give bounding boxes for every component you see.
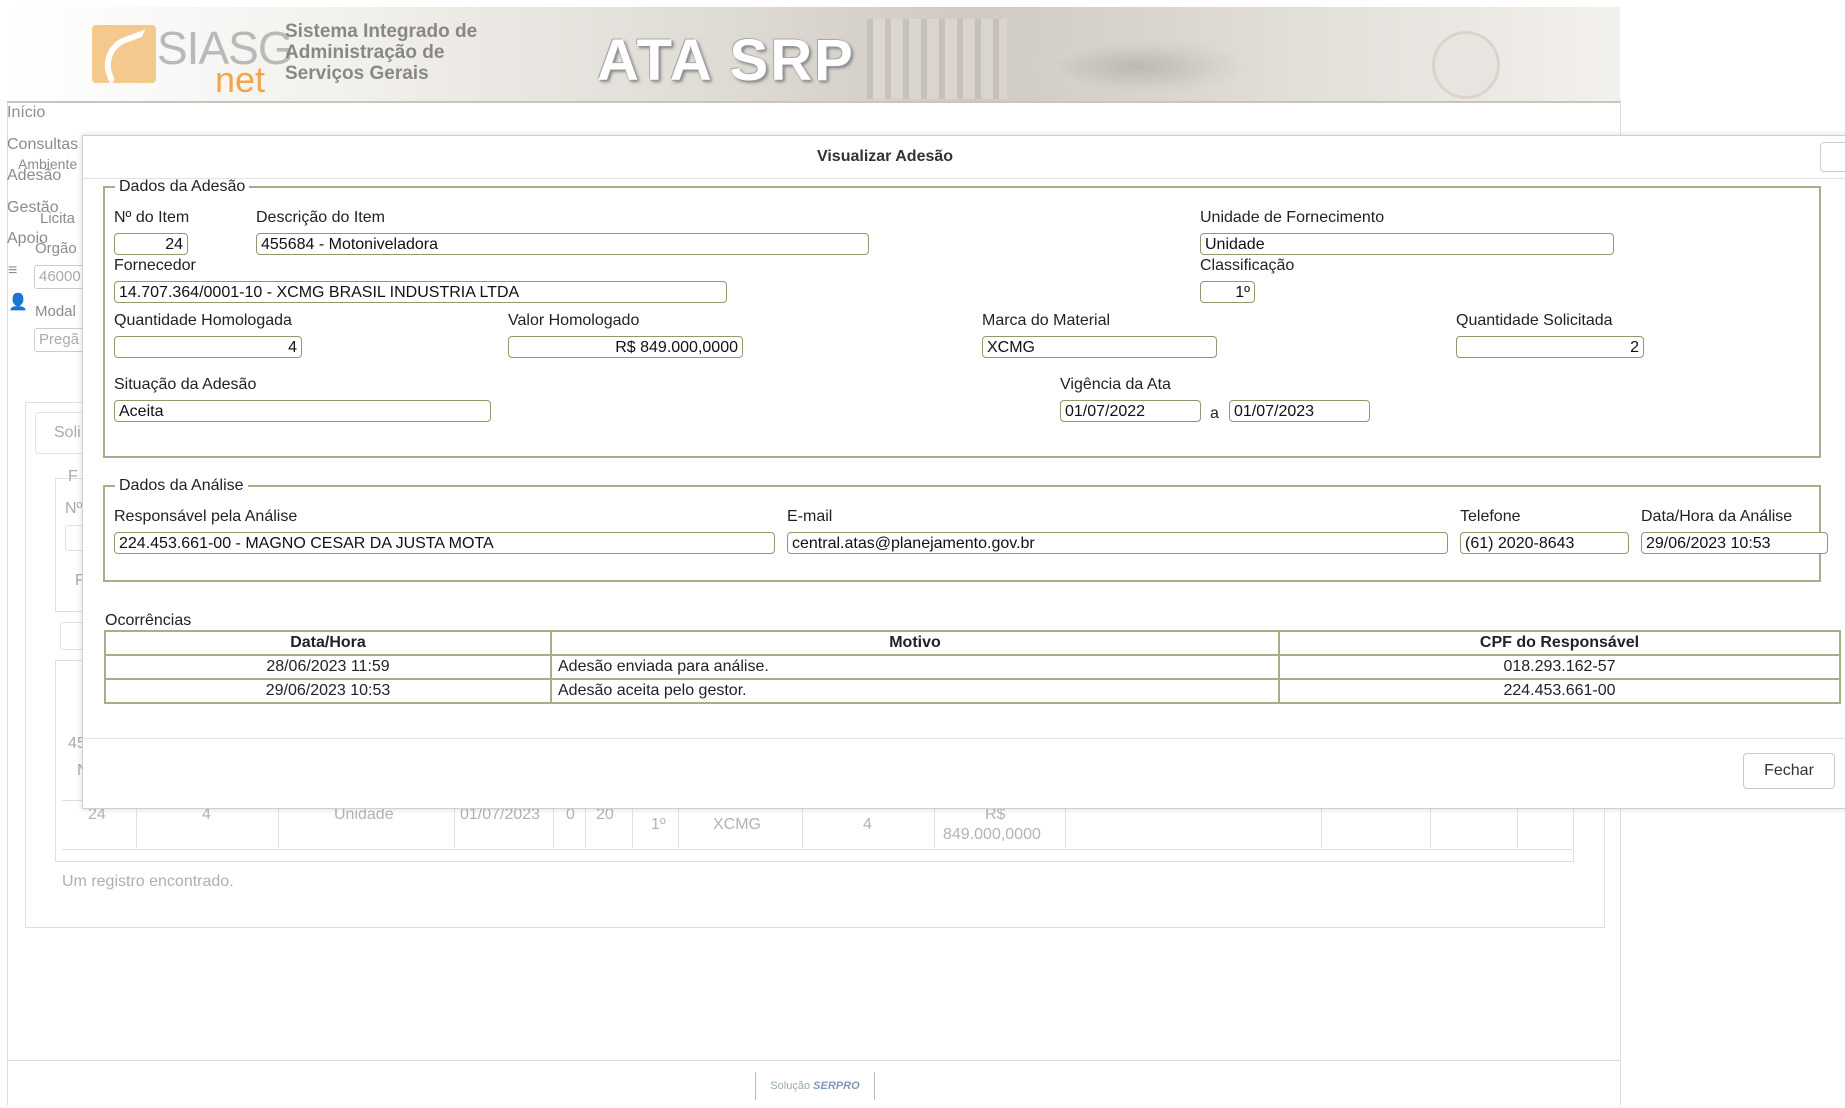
marca-material-field[interactable]: XCMG	[982, 336, 1217, 358]
footer-prefix: Solução	[770, 1080, 811, 1092]
nav-inicio[interactable]: Início	[7, 104, 45, 122]
banner-subtitle-line2: Administração de	[285, 42, 445, 63]
vigencia-inicio-field[interactable]: 01/07/2022	[1060, 400, 1201, 422]
menu-icon[interactable]: ≡	[8, 262, 17, 280]
background-cell: 1º	[651, 816, 666, 833]
background-cell: XCMG	[713, 816, 761, 833]
fornecedor-field[interactable]: 14.707.364/0001-10 - XCMG BRASIL INDUSTR…	[114, 281, 727, 303]
vigencia-separator: a	[1210, 405, 1219, 422]
serpro-logo-text: SERPRO	[813, 1080, 860, 1092]
dialog-title: Visualizar Adesão	[816, 148, 954, 165]
vigencia-ata-label: Vigência da Ata	[1060, 376, 1171, 393]
qtd-solicitada-label: Quantidade Solicitada	[1456, 312, 1613, 329]
qtd-homologada-field[interactable]: 4	[114, 336, 302, 358]
table-header-row: Data/Hora Motivo CPF do Responsável	[104, 630, 1841, 656]
email-field[interactable]: central.atas@planejamento.gov.br	[787, 532, 1448, 554]
dados-adesao-fieldset: Dados da Adesão Nº do Item 24 Descrição …	[103, 178, 1821, 458]
qtd-homologada-label: Quantidade Homologada	[114, 312, 292, 329]
filter-orgao-label: Órgão	[35, 240, 77, 257]
cell-motivo: Adesão aceita pelo gestor.	[550, 678, 1280, 704]
column-motivo: Motivo	[550, 630, 1280, 656]
table-row: 29/06/2023 10:53 Adesão aceita pelo gest…	[104, 678, 1841, 704]
datahora-analise-label: Data/Hora da Análise	[1641, 508, 1793, 525]
background-cell: 849.000,0000	[943, 826, 1041, 843]
unidade-fornecimento-field[interactable]: Unidade	[1200, 233, 1614, 255]
cell-cpf: 224.453.661-00	[1278, 678, 1841, 704]
telefone-field[interactable]: (61) 2020-8643	[1460, 532, 1629, 554]
classificacao-label: Classificação	[1200, 257, 1295, 274]
dialog-close-button[interactable]	[1820, 142, 1845, 172]
column-datahora: Data/Hora	[104, 630, 552, 656]
valor-homologado-field[interactable]: R$ 849.000,0000	[508, 336, 743, 358]
descricao-item-label: Descrição do Item	[256, 209, 385, 226]
results-count-text: Um registro encontrado.	[62, 873, 234, 890]
classificacao-field[interactable]: 1º	[1200, 281, 1255, 303]
page-border-left	[7, 100, 8, 1105]
vigencia-fim-field[interactable]: 01/07/2023	[1229, 400, 1370, 422]
situacao-adesao-field[interactable]: Aceita	[114, 400, 491, 422]
datahora-analise-field[interactable]: 29/06/2023 10:53	[1641, 532, 1828, 554]
banner-decoration-building	[867, 19, 1007, 99]
filter-licitacao-label: Licita	[40, 210, 76, 227]
email-label: E-mail	[787, 508, 833, 525]
dados-analise-fieldset: Dados da Análise Responsável pela Anális…	[103, 477, 1828, 582]
brasil-seal-icon	[1432, 31, 1500, 99]
cell-cpf: 018.293.162-57	[1278, 654, 1841, 680]
situacao-adesao-label: Situação da Adesão	[114, 376, 257, 393]
visualizar-adesao-dialog: Visualizar Adesão Dados da Adesão Nº do …	[82, 135, 1845, 809]
cell-datahora: 28/06/2023 11:59	[104, 654, 552, 680]
dados-adesao-legend: Dados da Adesão	[119, 178, 246, 195]
responsavel-analise-field[interactable]: 224.453.661-00 - MAGNO CESAR DA JUSTA MO…	[114, 532, 775, 554]
footer-divider	[7, 1060, 1620, 1061]
background-cell: 4	[863, 816, 872, 833]
table-row: 28/06/2023 11:59 Adesão enviada para aná…	[104, 654, 1841, 680]
background-fieldset-legend: F	[68, 468, 78, 485]
ocorrencias-label: Ocorrências	[105, 612, 192, 629]
cell-motivo: Adesão enviada para análise.	[550, 654, 1280, 680]
fechar-button[interactable]: Fechar	[1743, 753, 1835, 789]
item-number-field[interactable]: 24	[114, 233, 188, 255]
banner-subtitle-line1: Sistema Integrado de	[285, 21, 478, 42]
ocorrencias-table: Data/Hora Motivo CPF do Responsável 28/0…	[104, 630, 1841, 704]
nav-adesao[interactable]: Adesão	[7, 167, 61, 185]
background-field-label: Nº	[65, 500, 83, 517]
unidade-fornecimento-label: Unidade de Fornecimento	[1200, 209, 1385, 226]
qtd-solicitada-field[interactable]: 2	[1456, 336, 1644, 358]
dialog-footer-divider	[83, 738, 1845, 739]
column-cpf-responsavel: CPF do Responsável	[1278, 630, 1841, 656]
siasg-logo-icon	[92, 25, 156, 83]
header-banner: SIASG net Sistema Integrado de Administr…	[7, 7, 1620, 103]
item-number-label: Nº do Item	[114, 209, 190, 226]
marca-material-label: Marca do Material	[982, 312, 1111, 329]
logo-net-text: net	[215, 59, 266, 100]
dados-analise-legend: Dados da Análise	[119, 477, 244, 494]
banner-subtitle-line3: Serviços Gerais	[285, 63, 429, 84]
cell-datahora: 29/06/2023 10:53	[104, 678, 552, 704]
nav-consultas[interactable]: Consultas	[7, 136, 78, 154]
descricao-item-field[interactable]: 455684 - Motoniveladora	[256, 233, 869, 255]
banner-decoration-cars	[1027, 37, 1247, 97]
user-icon[interactable]: 👤	[8, 292, 28, 312]
telefone-label: Telefone	[1460, 508, 1521, 525]
dialog-header: Visualizar Adesão	[83, 136, 1845, 179]
app-name: ATA SRP	[597, 28, 855, 93]
footer-serpro-logo: Solução SERPRO	[755, 1072, 875, 1100]
valor-homologado-label: Valor Homologado	[508, 312, 640, 329]
fornecedor-label: Fornecedor	[114, 257, 196, 274]
filter-modalidade-label: Modal	[35, 303, 76, 320]
responsavel-analise-label: Responsável pela Análise	[114, 508, 298, 525]
